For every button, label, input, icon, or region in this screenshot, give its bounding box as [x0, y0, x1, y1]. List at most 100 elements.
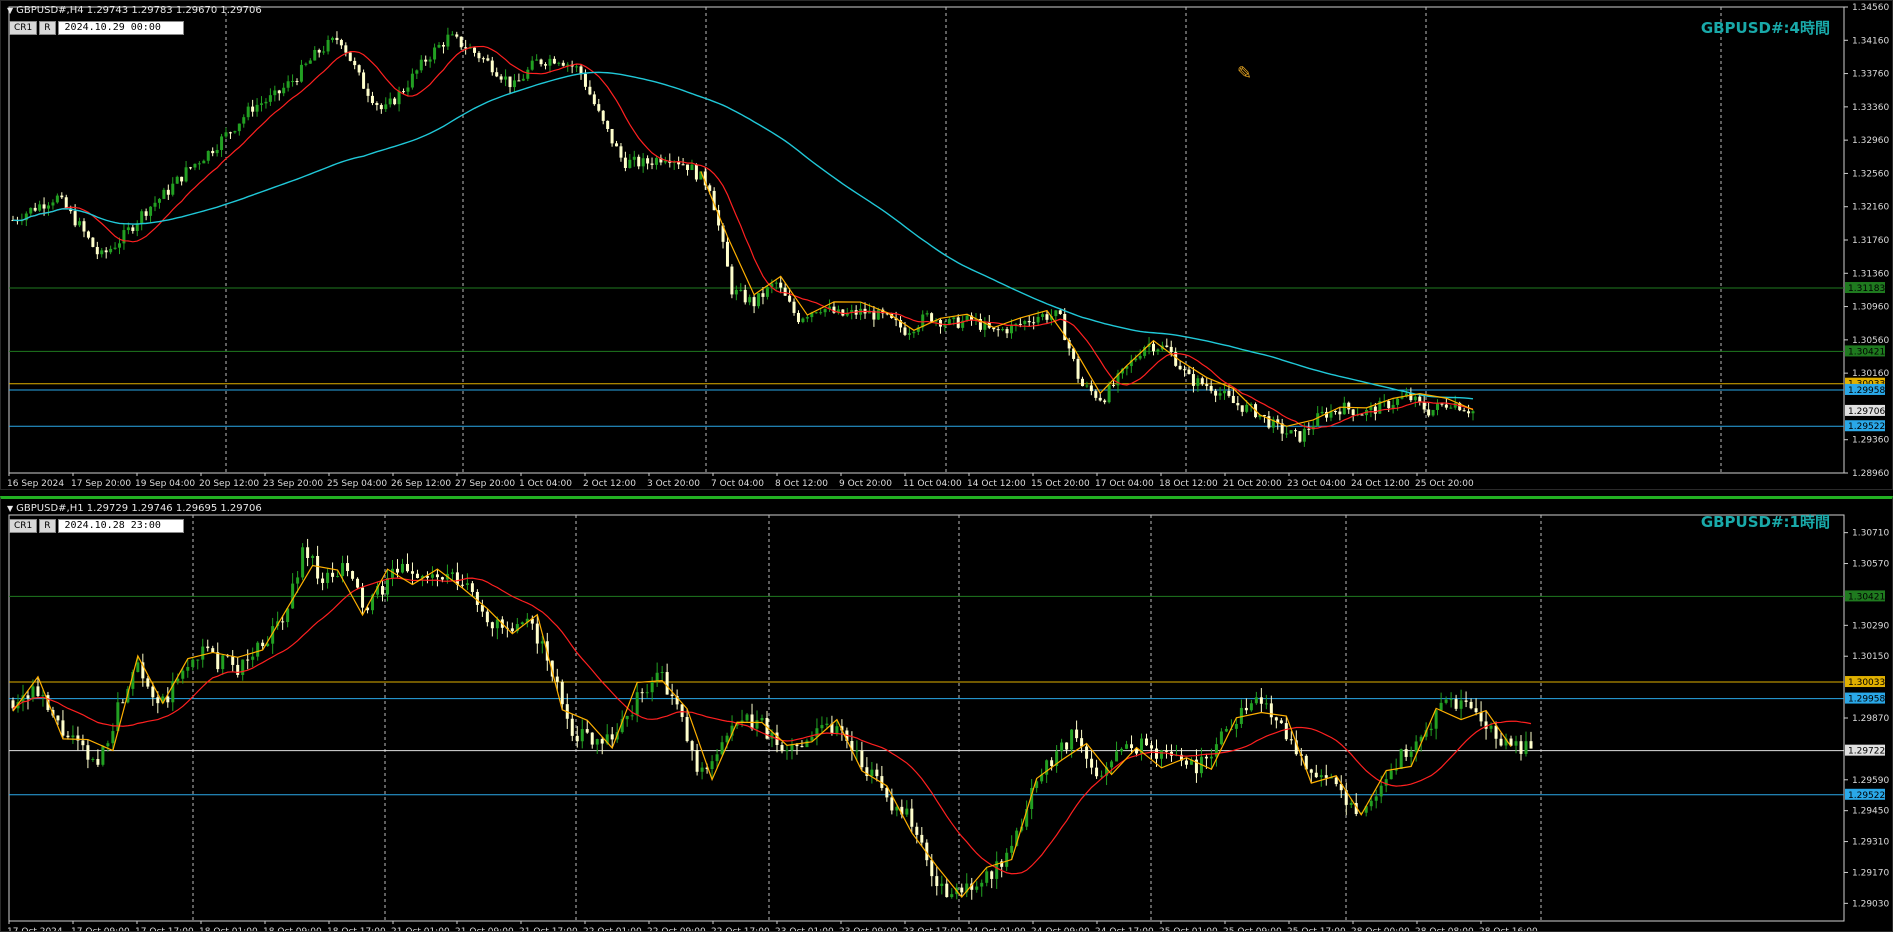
date-input[interactable]: 2024.10.28 23:00 — [57, 519, 184, 533]
time-tick-label: 18 Oct 01:00 — [199, 927, 258, 932]
candle-bull — [530, 60, 534, 70]
candle-bear — [1103, 400, 1107, 403]
cr1-button[interactable]: CR1 — [9, 519, 38, 533]
candle-bull — [1319, 775, 1323, 778]
price-tick-label: 1.29310 — [1852, 838, 1889, 848]
candle-bear — [860, 750, 864, 768]
candle-bull — [774, 282, 778, 284]
candle-bull — [191, 659, 195, 667]
candle-bear — [236, 664, 240, 675]
candle-bear — [1427, 409, 1431, 416]
candle-bear — [1169, 346, 1173, 353]
candle-bull — [504, 76, 508, 80]
candle-bear — [455, 34, 459, 37]
candle-bear — [189, 167, 193, 169]
candle-bear — [26, 695, 30, 699]
time-tick-label: 1 Oct 04:00 — [519, 479, 572, 489]
candle-bear — [441, 44, 445, 47]
candle-bull — [575, 66, 579, 68]
candle-bear — [1324, 775, 1328, 778]
candle-bear — [685, 716, 689, 742]
candle-bull — [465, 583, 469, 585]
candle-bear — [470, 583, 474, 592]
time-tick-label: 23 Oct 01:00 — [775, 927, 834, 932]
candle-bull — [1070, 729, 1074, 750]
cr1-button[interactable]: CR1 — [9, 21, 38, 35]
candle-bear — [440, 577, 444, 580]
candle-bear — [561, 62, 565, 66]
time-tick-label: 24 Oct 17:00 — [1095, 927, 1154, 932]
candle-bull — [801, 318, 805, 323]
time-tick-label: 23 Oct 17:00 — [903, 927, 962, 932]
r-button[interactable]: R — [39, 21, 56, 35]
caret-down-icon[interactable]: ▼ — [7, 6, 13, 15]
candle-bear — [490, 60, 494, 73]
candle-bull — [341, 563, 345, 577]
crosshair-tool-icon[interactable]: ✎ — [1237, 63, 1252, 84]
candle-bull — [1060, 742, 1064, 752]
caret-down-icon[interactable]: ▼ — [7, 504, 13, 513]
candle-bear — [990, 871, 994, 879]
candle-bear — [1289, 739, 1293, 741]
candle-bull — [1369, 800, 1373, 807]
candle-bear — [920, 834, 924, 843]
candle-bull — [450, 34, 454, 36]
candle-bull — [1434, 710, 1438, 729]
price-tick-label: 1.33760 — [1852, 70, 1889, 80]
candle-bear — [1027, 321, 1031, 323]
candle-bear — [381, 586, 385, 595]
candle-bear — [357, 65, 361, 73]
candle-bull — [241, 659, 245, 675]
candle-bull — [326, 39, 330, 52]
candle-bull — [947, 319, 951, 324]
candle-bull — [810, 736, 814, 741]
chart-pane-h4[interactable]: 1.34560 1.34160 1.33760 1.33360 1.32960 1.325… — [0, 0, 1893, 490]
price-tick-label: 1.32560 — [1852, 169, 1889, 179]
time-tick-label: 17 Oct 17:00 — [135, 927, 194, 932]
date-input[interactable]: 2024.10.29 00:00 — [57, 21, 184, 35]
time-tick-label: 17 Oct 2024 — [7, 927, 63, 932]
candle-bear — [251, 106, 255, 112]
candle-bear — [379, 105, 383, 110]
symbol-info-h1: ▼ GBPUSD#,H1 1.29729 1.29746 1.29695 1.29… — [7, 503, 262, 514]
candle-bull — [820, 725, 824, 729]
candle-bull — [535, 59, 539, 61]
time-tick-label: 15 Oct 20:00 — [1031, 479, 1090, 489]
candle-bear — [151, 686, 155, 698]
time-tick-label: 2 Oct 12:00 — [583, 479, 636, 489]
candle-bull — [641, 158, 645, 167]
candle-bull — [1285, 433, 1289, 435]
time-tick-label: 24 Oct 12:00 — [1351, 479, 1410, 489]
candle-bull — [256, 642, 260, 657]
time-tick-label: 25 Oct 17:00 — [1287, 927, 1346, 932]
candle-bear — [459, 36, 463, 48]
candle-bull — [1010, 845, 1014, 853]
candle-bear — [552, 58, 556, 64]
candle-bull — [296, 577, 300, 584]
price-tick-label: 1.30290 — [1852, 621, 1889, 631]
candle-bear — [1045, 314, 1049, 320]
candle-bull — [557, 62, 561, 64]
candle-bear — [800, 746, 804, 748]
zigzag-indicator — [700, 171, 1474, 427]
candle-bear — [1269, 703, 1273, 718]
candle-bull — [301, 547, 305, 578]
candle-bear — [539, 59, 543, 65]
time-tick-label: 18 Oct 09:00 — [263, 927, 322, 932]
candle-bull — [710, 761, 714, 770]
r-button[interactable]: R — [39, 519, 56, 533]
chart-canvas-h1[interactable]: 1.30710 1.30570 1.30290 1.30150 1.29870 1.295… — [1, 499, 1893, 932]
candle-bull — [980, 882, 984, 887]
candle-bull — [1459, 700, 1463, 709]
candle-bear — [131, 227, 135, 232]
symbol-ohlc-text: GBPUSD#,H1 1.29729 1.29746 1.29695 1.297… — [16, 503, 262, 514]
candle-bull — [835, 726, 839, 734]
price-label-text: 1.30421 — [1848, 592, 1885, 602]
time-tick-label: 25 Oct 01:00 — [1159, 927, 1218, 932]
candle-bull — [446, 34, 450, 47]
candle-bear — [370, 95, 374, 104]
chart-pane-h1[interactable]: 1.30710 1.30570 1.30290 1.30150 1.29870 1.295… — [0, 496, 1893, 932]
candle-bull — [106, 743, 110, 747]
candle-bull — [286, 81, 290, 88]
chart-canvas-h4[interactable]: 1.34560 1.34160 1.33760 1.33360 1.32960 1.325… — [1, 1, 1893, 490]
